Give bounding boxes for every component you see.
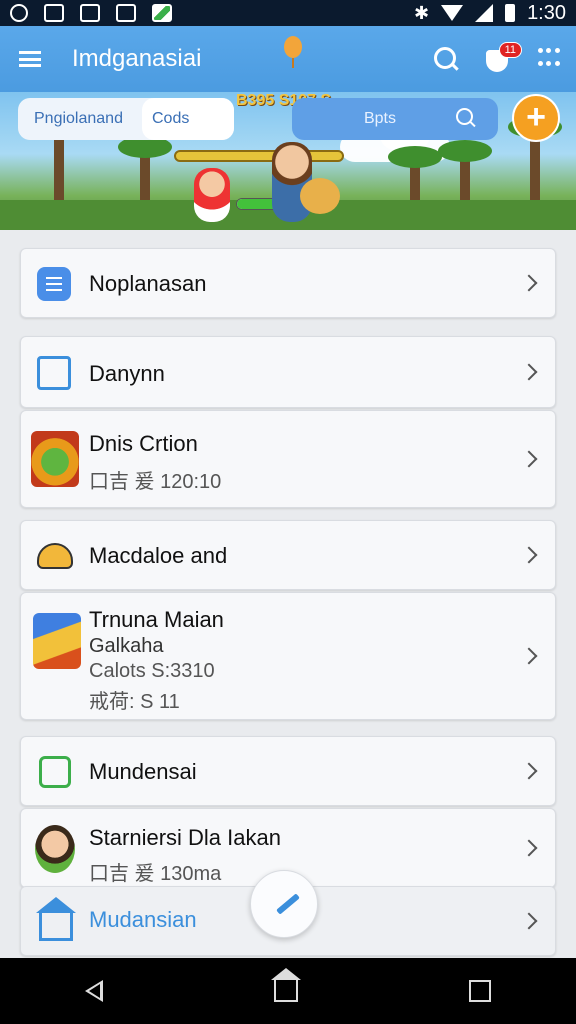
status-bar: ✱ 1:30	[0, 0, 576, 26]
notification-badge: 11	[498, 42, 522, 58]
app-title: Imdganasiai	[72, 45, 202, 72]
battery-icon	[505, 4, 516, 22]
list-item-title: Danynn	[89, 361, 165, 386]
list-item-subtitle: 口吉 爰 120:10	[89, 471, 222, 493]
balloon-icon	[284, 36, 302, 68]
list-item-title: Noplanasan	[89, 271, 207, 296]
banner-tabs[interactable]: Pngiolanand Cods	[18, 98, 234, 140]
add-button[interactable]: +	[512, 94, 560, 142]
list-item-subtitle: 口吉 爰 130ma	[89, 863, 222, 885]
search-icon[interactable]	[432, 45, 460, 73]
bluetooth-icon: ✱	[413, 2, 430, 23]
list-item[interactable]: Trnuna Maian Galkaha Calots S:3310 戒荷: S…	[20, 592, 556, 720]
chevron-right-icon	[520, 363, 538, 381]
chevron-right-icon	[520, 450, 538, 468]
helmet-icon	[37, 543, 73, 569]
home-icon[interactable]	[270, 968, 301, 1002]
system-nav-bar	[0, 958, 576, 1024]
chevron-right-icon	[520, 546, 538, 564]
hamburger-icon	[19, 51, 41, 67]
wifi-icon	[441, 5, 464, 21]
edit-button[interactable]	[250, 870, 318, 938]
cell-signal-icon	[475, 4, 494, 22]
screenshot-notification-icon	[116, 4, 136, 22]
house-icon	[36, 897, 76, 941]
list-item-title: Mundensai	[89, 759, 197, 784]
tab-right[interactable]: Cods	[142, 98, 234, 140]
game-app-icon	[33, 613, 81, 669]
list-item-title: Starniersi Dla Iakan	[89, 825, 281, 850]
list-item-title: Mudansian	[89, 907, 197, 932]
level-bar	[174, 150, 344, 162]
chevron-right-icon	[520, 839, 538, 857]
banner-search[interactable]: Bpts	[292, 98, 498, 140]
status-time: 1:30	[527, 1, 566, 24]
chevron-right-icon	[520, 762, 538, 780]
list-item[interactable]: Macdaloe and	[20, 520, 556, 590]
apps-grid-icon[interactable]	[538, 48, 560, 70]
chevron-right-icon	[520, 912, 538, 930]
list-item[interactable]: Mundensai	[20, 736, 556, 806]
list-item[interactable]: Noplanasan	[20, 248, 556, 318]
app-notification-icon	[44, 4, 64, 22]
list-item-title: Macdaloe and	[89, 543, 228, 568]
tab-left[interactable]: Pngiolanand	[34, 110, 123, 128]
red-cap-character	[194, 168, 230, 222]
list-item[interactable]: Dnis Crtion 口吉 爰 120:10	[20, 410, 556, 508]
gallery-notification-icon	[152, 4, 172, 22]
chevron-right-icon	[520, 274, 538, 292]
notification-button[interactable]: 11	[484, 42, 522, 74]
beast-character	[300, 178, 340, 214]
shield-notification-icon	[10, 4, 28, 22]
list-item-detail: 戒荷: S 11	[89, 691, 180, 713]
game-app-icon	[31, 431, 79, 487]
palm-tree	[508, 116, 562, 210]
box-icon	[37, 356, 71, 390]
search-icon	[456, 108, 478, 130]
green-g-icon	[39, 756, 71, 788]
avatar-icon	[35, 825, 75, 873]
list-item-title: Trnuna Maian	[89, 607, 224, 632]
list-item[interactable]: Danynn	[20, 336, 556, 408]
image-notification-icon	[80, 4, 100, 22]
recent-apps-icon[interactable]	[468, 980, 491, 1002]
chevron-right-icon	[520, 647, 538, 665]
list-item-subtitle: Galkaha	[89, 635, 164, 657]
menu-list: Noplanasan Danynn Dnis Crtion 口吉 爰 120:1…	[0, 230, 576, 958]
app-bar: Imdganasiai 11	[0, 26, 576, 92]
document-icon	[37, 267, 71, 301]
list-item-title: Dnis Crtion	[89, 431, 198, 456]
game-banner: Pngiolanand Cods B395 S107 S Bpts +	[0, 92, 576, 230]
list-item-detail: Calots S:3310	[89, 660, 215, 682]
banner-search-label: Bpts	[363, 110, 396, 127]
back-icon[interactable]	[85, 980, 104, 1002]
menu-button[interactable]	[0, 26, 60, 92]
